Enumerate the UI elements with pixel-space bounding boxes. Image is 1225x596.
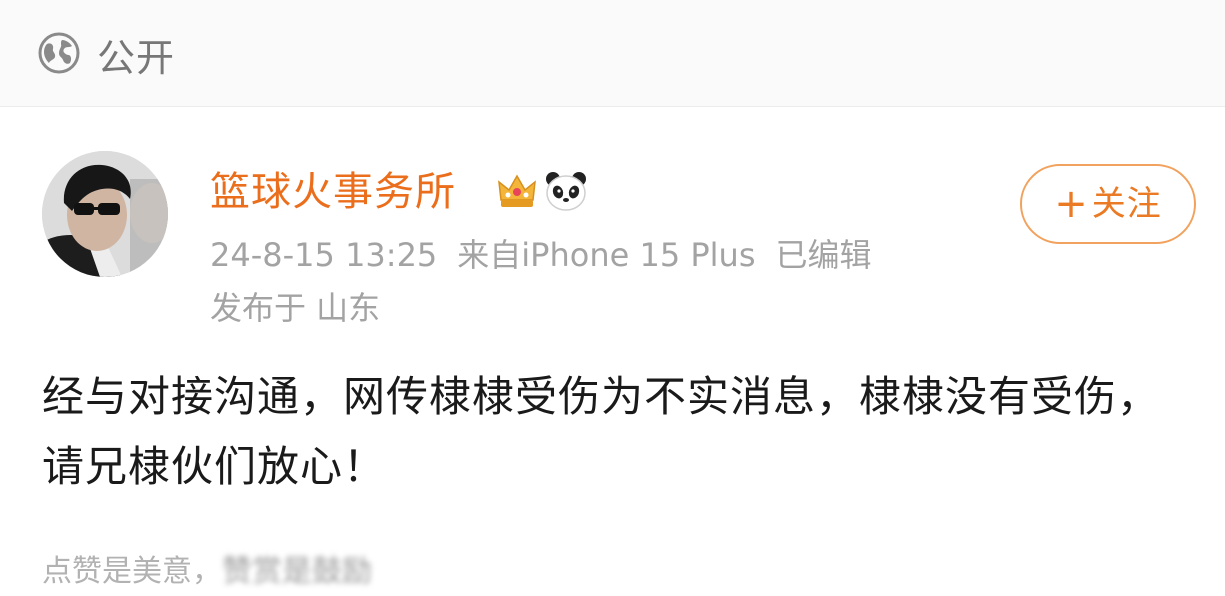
post-body-text: 经与对接沟通，网传棣棣受伤为不实消息，棣棣没有受伤，请兄棣伙们放心！ [42, 372, 1161, 491]
author-name[interactable]: 篮球火事务所 [210, 166, 456, 218]
post-timestamp: 24-8-15 13:25 [210, 236, 438, 274]
post-meta: 24-8-15 13:25 来自iPhone 15 Plus 已编辑 [210, 233, 872, 277]
follow-button-label: 关注 [1091, 184, 1162, 224]
reward-prompt-text: 点赞是美意， [42, 554, 222, 589]
post-source: 来自iPhone 15 Plus [457, 236, 756, 274]
weibo-post-page: 公开 篮球火事务所 + 关注 24-8-15 13:25 来自iPhone 15… [0, 0, 1225, 596]
avatar-photo [42, 151, 168, 277]
globe-icon [38, 32, 80, 74]
avatar[interactable] [42, 151, 168, 277]
reward-prompt: 点赞是美意，赞赏是鼓励 [42, 550, 372, 594]
plus-icon: + [1054, 181, 1088, 227]
edited-label[interactable]: 已编辑 [776, 236, 872, 274]
follow-button[interactable]: + 关注 [1020, 164, 1196, 244]
crown-icon [498, 174, 536, 207]
post-location: 发布于 山东 [210, 289, 381, 327]
panda-icon [546, 172, 586, 211]
visibility-label[interactable]: 公开 [97, 34, 175, 82]
reward-prompt-blurred-text: 赞赏是鼓励 [222, 554, 372, 589]
visibility-bar: 公开 [0, 0, 1225, 107]
